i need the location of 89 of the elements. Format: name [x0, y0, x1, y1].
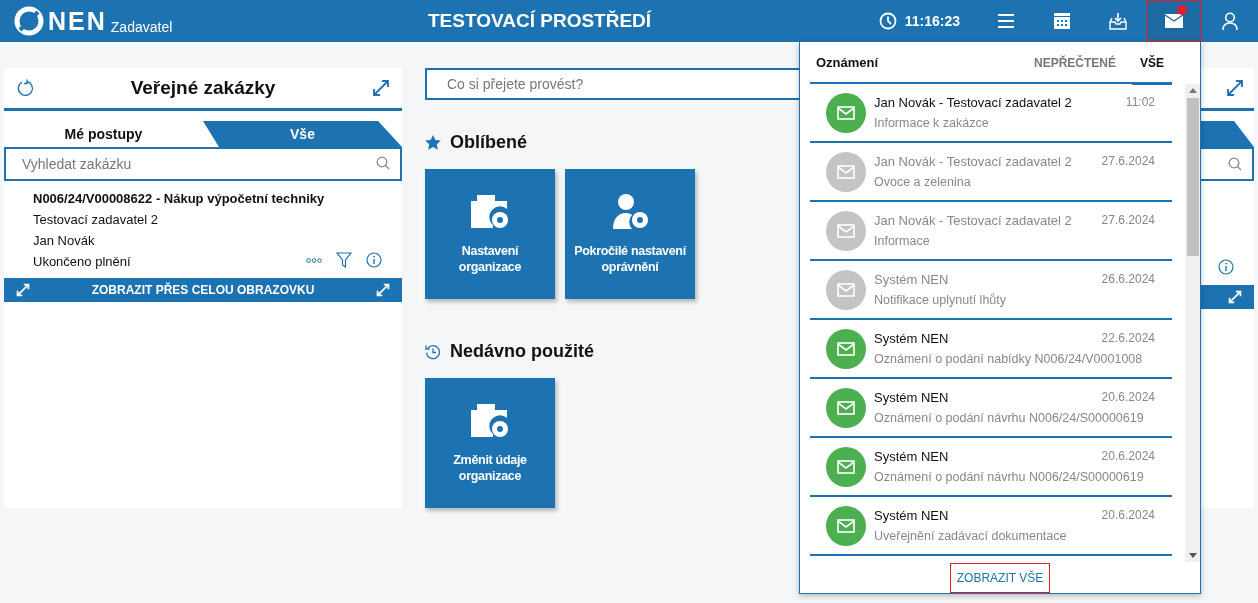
notification-subject: Notifikace uplynutí lhůty: [874, 293, 1007, 307]
search-icon: [376, 156, 390, 170]
notification-sender: Systém NEN: [874, 272, 949, 287]
mail-icon: [826, 210, 866, 251]
expand-icon[interactable]: [372, 79, 390, 97]
notification-item[interactable]: Systém NEN 20.6.2024 Oznámení o podání návrhu N006/24/S00000619: [810, 438, 1172, 497]
info-icon[interactable]: [366, 252, 382, 268]
building-gear-icon: [471, 402, 509, 440]
mail-icon: [826, 446, 866, 487]
star-icon: [425, 135, 441, 150]
logo-text: NEN: [48, 6, 107, 36]
notification-sender: Systém NEN: [874, 390, 949, 405]
building-gear-icon: [471, 193, 509, 231]
search-icon: [1228, 157, 1242, 171]
notification-item[interactable]: Systém NEN 20.6.2024 Oznámení o podání návrhu N006/24/S00000619: [810, 379, 1172, 438]
notification-sender: Systém NEN: [874, 449, 949, 464]
notification-date: 27.6.2024: [1101, 154, 1155, 169]
notification-subject: Ovoce a zelenina: [874, 175, 972, 189]
panel-title: Veřejné zakázky: [130, 77, 276, 99]
expand-icon[interactable]: [1226, 79, 1244, 97]
popup-title: Oznámení: [815, 54, 880, 70]
notification-sender: Jan Novák - Testovací zadavatel 2: [874, 213, 1072, 228]
notification-subject: Oznámení o podání nabídky N006/24/V0001008: [874, 352, 1144, 366]
toolbar-button[interactable]: [1146, 0, 1202, 42]
notification-item[interactable]: Systém NEN 26.6.2024 Notifikace uplynutí lhůty: [810, 261, 1172, 320]
calendar-icon: [1054, 13, 1070, 29]
clock-icon: [878, 12, 897, 30]
show-all-button[interactable]: ZOBRAZIT VŠE: [949, 562, 1051, 593]
tab[interactable]: VŠE: [1132, 44, 1172, 85]
notification-subject: Uveřejnění zadávací dokumentace: [874, 529, 1068, 543]
notification-date: 20.6.2024: [1101, 508, 1155, 523]
section-title: Nedávno použité: [450, 341, 594, 362]
mail-icon: [826, 269, 866, 310]
logo-icon: [14, 6, 44, 36]
notification-date: 22.6.2024: [1101, 331, 1155, 346]
notification-date: 26.6.2024: [1101, 272, 1155, 287]
notification-date: 20.6.2024: [1101, 390, 1155, 405]
refresh-icon[interactable]: [16, 79, 34, 97]
search-field[interactable]: Vyhledat zakázku: [4, 147, 402, 181]
contract-detail: Testovací zadavatel 2: [33, 211, 159, 229]
notification-sender: Systém NEN: [874, 331, 949, 346]
history-icon: [425, 343, 441, 360]
tab[interactable]: Vše: [203, 121, 402, 147]
shortcut-tile[interactable]: Nastavení organizace: [425, 169, 555, 299]
contract-title[interactable]: N006/24/V00008622 - Nákup výpočetní techniky: [33, 189, 388, 209]
notification-item[interactable]: Systém NEN 22.6.2024 Oznámení o podání nabídky N006/24/V0001008: [810, 320, 1172, 379]
filter-icon[interactable]: [336, 252, 352, 268]
scrollbar[interactable]: [1185, 84, 1200, 562]
notification-subject: Informace k zakázce: [874, 116, 990, 130]
environment-title: TESTOVACÍ PROSTŘEDÍ: [427, 10, 653, 32]
section-title: Oblíbené: [450, 132, 527, 153]
download-tray-icon: [1109, 12, 1127, 30]
fullscreen-label: ZOBRAZIT PŘES CELOU OBRAZOVKU: [91, 283, 315, 297]
user-icon: [1222, 12, 1238, 30]
notification-date: 27.6.2024: [1101, 213, 1155, 228]
info-icon[interactable]: [1218, 259, 1234, 275]
contract-detail: Ukončeno plnění: [33, 253, 131, 271]
notification-sender: Jan Novák - Testovací zadavatel 2: [874, 154, 1072, 169]
mail-icon: [826, 151, 866, 192]
notification-date: 11:02: [1125, 95, 1155, 110]
user-gear-icon: [611, 193, 649, 231]
clock-time: 11:16:23: [904, 13, 960, 29]
expand-icon: [1228, 290, 1242, 304]
mail-icon: [1165, 14, 1183, 28]
scroll-up-icon[interactable]: [1188, 88, 1197, 93]
shortcut-tile[interactable]: Změnit údaje organizace: [425, 378, 555, 508]
role-label: Zadavatel: [110, 19, 173, 35]
mail-icon: [826, 92, 866, 133]
notification-subject: Oznámení o podání návrhu N006/24/S00000619: [874, 411, 1145, 425]
more-icon[interactable]: [306, 257, 322, 263]
mail-icon: [826, 387, 866, 428]
notification-subject: Informace: [874, 234, 931, 248]
notification-item[interactable]: Jan Novák - Testovací zadavatel 2 11:02 Informace k zakázce: [810, 84, 1172, 143]
contract-detail: Jan Novák: [33, 232, 95, 250]
scroll-down-icon[interactable]: [1188, 553, 1197, 558]
notification-sender: Systém NEN: [874, 508, 949, 523]
mail-icon: [826, 328, 866, 369]
expand-icon: [376, 283, 390, 297]
notification-date: 20.6.2024: [1101, 449, 1155, 464]
fullscreen-bar[interactable]: ZOBRAZIT PŘES CELOU OBRAZOVKU: [4, 278, 402, 302]
expand-icon: [16, 283, 30, 297]
scrollbar-thumb[interactable]: [1186, 98, 1199, 256]
notification-item[interactable]: Jan Novák - Testovací zadavatel 2 27.6.2024 Ovoce a zelenina: [810, 143, 1172, 202]
notification-item[interactable]: Systém NEN 20.6.2024 Uveřejnění zadávací dokumentace: [810, 497, 1172, 556]
notification-item[interactable]: Jan Novák - Testovací zadavatel 2 27.6.2024 Informace: [810, 202, 1172, 261]
shortcut-tile[interactable]: Pokročilé nastavení oprávnění: [565, 169, 695, 299]
mail-icon: [826, 505, 866, 546]
menu-icon: [997, 13, 1015, 29]
notification-subject: Oznámení o podání návrhu N006/24/S00000619: [874, 470, 1145, 484]
